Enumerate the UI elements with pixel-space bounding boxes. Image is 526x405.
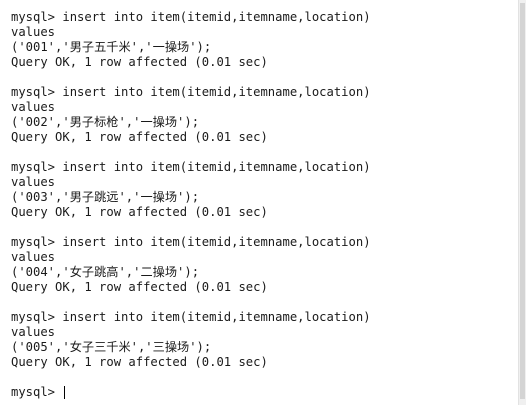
values-keyword-line: values bbox=[11, 100, 56, 114]
values-keyword-line: values bbox=[11, 250, 56, 264]
command-line: mysql> insert into item(itemid,itemname,… bbox=[11, 85, 371, 99]
values-line: ('004','女子跳高','二操场'); bbox=[11, 265, 200, 279]
command-block-4: mysql> insert into item(itemid,itemname,… bbox=[11, 235, 518, 295]
result-line: Query OK, 1 row affected (0.01 sec) bbox=[11, 280, 268, 294]
command-line: mysql> insert into item(itemid,itemname,… bbox=[11, 160, 371, 174]
scrollbar-thumb[interactable] bbox=[520, 3, 525, 399]
command-line: mysql> insert into item(itemid,itemname,… bbox=[11, 310, 371, 324]
command-block-2: mysql> insert into item(itemid,itemname,… bbox=[11, 85, 518, 145]
result-line: Query OK, 1 row affected (0.01 sec) bbox=[11, 355, 268, 369]
values-line: ('002','男子标枪','一操场'); bbox=[11, 115, 200, 129]
command-block-1: mysql> insert into item(itemid,itemname,… bbox=[11, 10, 518, 70]
values-keyword-line: values bbox=[11, 175, 56, 189]
values-line: ('001','男子五千米','一操场'); bbox=[11, 40, 212, 54]
command-block-5: mysql> insert into item(itemid,itemname,… bbox=[11, 310, 518, 370]
prompt-text: mysql> bbox=[11, 385, 63, 399]
values-line: ('005','女子三千米','三操场'); bbox=[11, 340, 212, 354]
vertical-scrollbar[interactable] bbox=[518, 0, 526, 405]
terminal-output[interactable]: mysql> insert into item(itemid,itemname,… bbox=[0, 0, 518, 405]
values-line: ('003','男子跳远','一操场'); bbox=[11, 190, 200, 204]
command-line: mysql> insert into item(itemid,itemname,… bbox=[11, 10, 371, 24]
active-prompt[interactable]: mysql> bbox=[11, 385, 518, 400]
command-block-3: mysql> insert into item(itemid,itemname,… bbox=[11, 160, 518, 220]
values-keyword-line: values bbox=[11, 25, 56, 39]
command-line: mysql> insert into item(itemid,itemname,… bbox=[11, 235, 371, 249]
values-keyword-line: values bbox=[11, 325, 56, 339]
text-cursor bbox=[64, 386, 66, 399]
result-line: Query OK, 1 row affected (0.01 sec) bbox=[11, 55, 268, 69]
result-line: Query OK, 1 row affected (0.01 sec) bbox=[11, 205, 268, 219]
result-line: Query OK, 1 row affected (0.01 sec) bbox=[11, 130, 268, 144]
